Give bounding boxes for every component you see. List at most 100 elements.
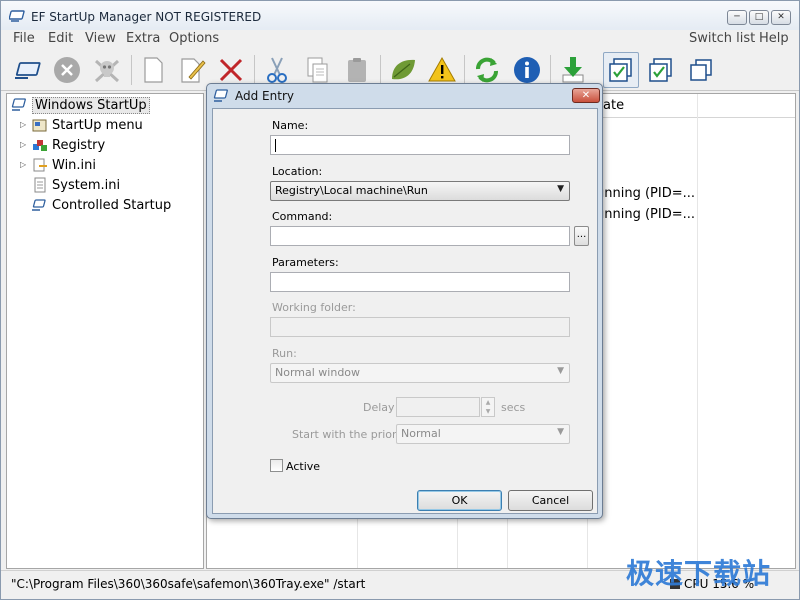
expand-icon[interactable]: ▷ xyxy=(20,120,26,129)
priority-select[interactable]: Normal ▼ xyxy=(396,424,570,444)
tree-item-system-ini[interactable]: System.ini xyxy=(31,176,120,194)
toolbar-check-button[interactable] xyxy=(643,52,679,88)
toolbar-edit-button[interactable] xyxy=(174,52,210,88)
location-label: Location: xyxy=(272,165,323,178)
toolbar-separator xyxy=(550,55,551,85)
tree-item-controlled-startup[interactable]: Controlled Startup xyxy=(31,196,171,214)
copy-icon xyxy=(307,57,328,83)
skull-icon xyxy=(94,59,120,83)
tree-item-windows-startup[interactable]: Windows StartUp xyxy=(11,96,150,114)
cut-icon xyxy=(267,57,287,83)
toolbar-separator xyxy=(464,55,465,85)
dialog-body: Name: Location: Registry\Local machine\R… xyxy=(212,108,598,514)
spin-up-icon: ▲ xyxy=(485,399,491,406)
delay-label: Delay xyxy=(363,401,395,414)
close-button[interactable]: ✕ xyxy=(771,10,791,25)
spin-down-icon: ▼ xyxy=(485,408,491,415)
active-label[interactable]: Active xyxy=(286,460,320,473)
menu-edit[interactable]: Edit xyxy=(48,31,73,46)
menu-switch-list[interactable]: Switch list xyxy=(689,31,755,46)
app-logo-icon xyxy=(213,89,228,102)
menu-view[interactable]: View xyxy=(85,31,116,46)
list-cell-state[interactable]: unning (PID=... xyxy=(596,207,695,222)
name-field[interactable] xyxy=(270,135,570,155)
window-title: EF StartUp Manager NOT REGISTERED xyxy=(31,10,262,24)
active-checkbox[interactable] xyxy=(270,459,283,472)
command-label: Command: xyxy=(272,210,333,223)
menu-options[interactable]: Options xyxy=(169,31,219,46)
dialog-title: Add Entry xyxy=(235,89,294,103)
check-icon xyxy=(649,58,672,82)
app-logo-icon xyxy=(9,10,25,22)
working-folder-label: Working folder: xyxy=(272,301,356,314)
parameters-label: Parameters: xyxy=(272,256,339,269)
startup-tree: Windows StartUp ▷ StartUp menu ▷ Registr… xyxy=(6,93,204,569)
new-document-icon xyxy=(144,57,163,83)
info-icon xyxy=(514,57,540,83)
toolbar-windows-button[interactable] xyxy=(683,52,719,88)
registry-icon xyxy=(31,137,49,153)
tree-item-label: Controlled Startup xyxy=(52,197,172,213)
stop-icon xyxy=(54,57,80,83)
startup-menu-icon xyxy=(31,117,49,133)
tree-item-registry[interactable]: Registry xyxy=(31,136,105,154)
location-value: Registry\Local machine\Run xyxy=(275,184,428,197)
minimize-icon: ─ xyxy=(734,12,740,22)
monitor-icon xyxy=(31,197,49,213)
toolbar-stop-button[interactable] xyxy=(49,52,85,88)
chevron-down-icon: ▼ xyxy=(557,427,564,437)
checked-list-icon xyxy=(609,58,632,82)
dialog-close-button[interactable]: ✕ xyxy=(572,88,600,103)
expand-icon[interactable]: ▷ xyxy=(20,160,26,169)
cancel-button[interactable]: Cancel xyxy=(508,490,593,511)
list-cell-state[interactable]: unning (PID=... xyxy=(596,186,695,201)
tree-item-startup-menu[interactable]: StartUp menu xyxy=(31,116,143,134)
watermark: 极速下载站 xyxy=(626,557,772,590)
location-select[interactable]: Registry\Local machine\Run ▼ xyxy=(270,181,570,201)
text-caret xyxy=(275,138,276,152)
run-label: Run: xyxy=(272,347,297,360)
maximize-button[interactable]: □ xyxy=(749,10,769,25)
menu-help[interactable]: Help xyxy=(759,31,789,46)
delay-unit: secs xyxy=(501,401,526,414)
refresh-icon xyxy=(476,57,498,83)
ini-file-icon xyxy=(31,157,49,173)
priority-value: Normal xyxy=(401,427,441,440)
delete-icon xyxy=(219,58,243,82)
column-header-state[interactable]: ate xyxy=(603,98,624,113)
run-value: Normal window xyxy=(275,366,361,379)
warning-icon xyxy=(428,56,456,82)
chevron-down-icon: ▼ xyxy=(557,366,564,376)
command-field[interactable] xyxy=(270,226,570,246)
status-command: "C:\Program Files\360\360safe\safemon\36… xyxy=(11,577,366,591)
working-folder-field[interactable] xyxy=(270,317,570,337)
browse-button[interactable]: ... xyxy=(574,226,589,246)
title-bar: EF StartUp Manager NOT REGISTERED ─ □ ✕ xyxy=(1,1,799,31)
expand-icon[interactable]: ▷ xyxy=(20,140,26,149)
name-label: Name: xyxy=(272,119,309,132)
tree-item-label: StartUp menu xyxy=(52,117,143,133)
menu-file[interactable]: File xyxy=(13,31,35,46)
download-icon xyxy=(562,57,584,83)
leaf-icon xyxy=(392,59,415,80)
windows-icon xyxy=(690,59,712,81)
parameters-field[interactable] xyxy=(270,272,570,292)
toolbar-new-button[interactable] xyxy=(135,52,171,88)
toolbar-separator xyxy=(254,55,255,85)
tree-item-label: Registry xyxy=(52,137,106,153)
close-icon: ✕ xyxy=(581,90,591,101)
ok-button[interactable]: OK xyxy=(417,490,502,511)
menu-extra[interactable]: Extra xyxy=(126,31,160,46)
close-icon: ✕ xyxy=(777,12,785,22)
delay-spinner[interactable]: ▲ ▼ xyxy=(481,397,495,417)
toolbar-kill-button[interactable] xyxy=(89,52,125,88)
tree-item-win-ini[interactable]: Win.ini xyxy=(31,156,96,174)
delay-field[interactable] xyxy=(396,397,480,417)
run-select[interactable]: Normal window ▼ xyxy=(270,363,570,383)
chevron-down-icon: ▼ xyxy=(557,184,564,194)
tree-root-label: Windows StartUp xyxy=(32,96,150,114)
toolbar-list-button[interactable] xyxy=(603,52,639,88)
minimize-button[interactable]: ─ xyxy=(727,10,747,25)
edit-icon xyxy=(181,58,206,83)
toolbar-monitor-button[interactable] xyxy=(9,52,45,88)
